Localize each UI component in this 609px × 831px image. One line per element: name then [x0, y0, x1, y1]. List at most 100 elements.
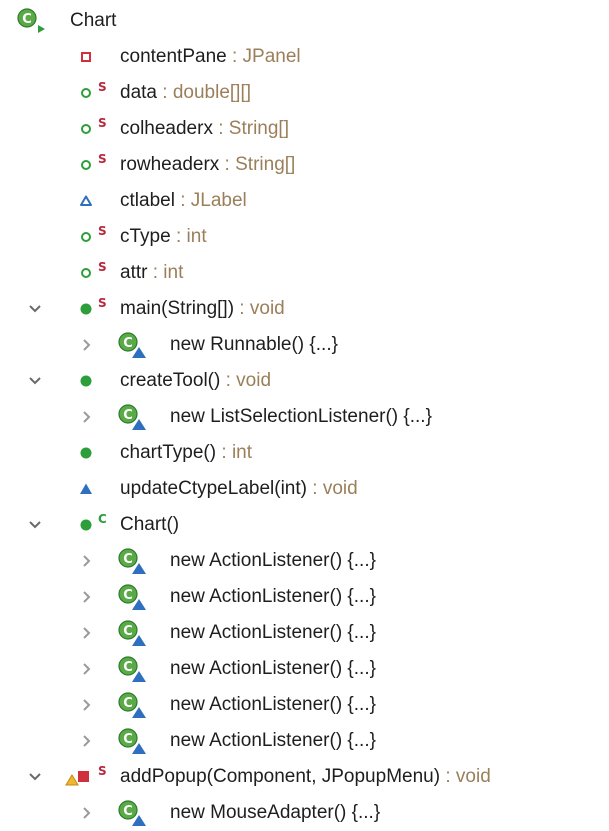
static-modifier-icon: S: [98, 296, 107, 310]
member-name: data: [120, 82, 157, 103]
anonymous-class-icon: C: [114, 579, 150, 615]
chevron-down-icon[interactable]: [28, 375, 42, 387]
member-name: attr: [120, 262, 148, 283]
member-name: rowheaderx: [120, 154, 220, 175]
tree-item-anonymous-class[interactable]: C new ActionListener() {...}: [0, 543, 609, 579]
svg-text:C: C: [22, 12, 32, 27]
member-separator: :: [174, 190, 191, 211]
chevron-down-icon[interactable]: [28, 771, 42, 783]
anonymous-class-icon: C: [114, 795, 150, 831]
tree-item-field[interactable]: ctlabel : JLabel: [0, 183, 609, 219]
static-modifier-icon: S: [98, 260, 107, 274]
member-type: void: [322, 478, 358, 499]
member-separator: :: [440, 766, 456, 787]
chevron-right-icon[interactable]: [80, 555, 94, 567]
chevron-right-icon[interactable]: [80, 735, 94, 747]
tree-item-anonymous-class[interactable]: C new ActionListener() {...}: [0, 579, 609, 615]
member-separator: :: [219, 154, 236, 175]
svg-text:C: C: [123, 804, 133, 819]
svg-text:C: C: [123, 588, 133, 603]
member-type: int: [231, 442, 253, 463]
member-type: String[]: [235, 154, 296, 175]
tree-item-anonymous-class[interactable]: C new ActionListener() {...}: [0, 687, 609, 723]
member-type: int: [163, 262, 184, 283]
member-type: void: [455, 766, 491, 787]
tree-item-class-chart[interactable]: C Chart: [0, 3, 609, 39]
member-name: contentPane: [120, 46, 227, 67]
anonymous-class-icon: C: [114, 615, 150, 651]
member-name: new ActionListener() {...}: [170, 730, 376, 751]
static-modifier-icon: S: [98, 116, 107, 130]
member-name: createTool(): [120, 370, 221, 391]
tree-item-field[interactable]: S colheaderx : String[]: [0, 111, 609, 147]
member-name: ctlabel: [120, 190, 175, 211]
public-method-icon: [72, 363, 108, 399]
member-separator: :: [226, 46, 243, 67]
tree-item-constructor[interactable]: C Chart(): [0, 507, 609, 543]
tree-item-field[interactable]: S data : double[][]: [0, 75, 609, 111]
member-separator: :: [170, 226, 187, 247]
chevron-right-icon[interactable]: [80, 591, 94, 603]
member-type: double[][]: [172, 82, 251, 103]
member-name: Chart(): [120, 514, 180, 535]
public-method-icon: [72, 435, 108, 471]
chevron-right-icon[interactable]: [80, 627, 94, 639]
member-separator: :: [147, 262, 164, 283]
class-runnable-icon: C: [14, 3, 50, 39]
member-name: new ActionListener() {...}: [170, 550, 376, 571]
member-separator: :: [212, 118, 229, 139]
tree-item-field[interactable]: S rowheaderx : String[]: [0, 147, 609, 183]
member-type: JLabel: [190, 190, 247, 211]
member-name: updateCtypeLabel(int): [120, 478, 307, 499]
tree-item-field[interactable]: S cType : int: [0, 219, 609, 255]
chevron-right-icon[interactable]: [80, 339, 94, 351]
svg-text:C: C: [123, 408, 133, 423]
member-name: new ActionListener() {...}: [170, 622, 376, 643]
static-modifier-icon: S: [98, 224, 107, 238]
tree-item-method[interactable]: updateCtypeLabel(int) : void: [0, 471, 609, 507]
tree-item-method[interactable]: chartType() : int: [0, 435, 609, 471]
member-separator: :: [306, 478, 323, 499]
member-type: void: [249, 298, 285, 319]
chevron-right-icon[interactable]: [80, 807, 94, 819]
tree-item-anonymous-class[interactable]: C new ListSelectionListener() {...}: [0, 399, 609, 435]
tree-item-method[interactable]: S main(String[]) : void: [0, 291, 609, 327]
static-modifier-icon: S: [98, 764, 107, 778]
anonymous-class-icon: C: [114, 723, 150, 759]
svg-text:C: C: [123, 336, 133, 351]
member-name: new Runnable() {...}: [170, 334, 338, 355]
tree-item-anonymous-class[interactable]: C new ActionListener() {...}: [0, 651, 609, 687]
member-type: String[]: [228, 118, 289, 139]
default-field-icon: [72, 183, 108, 219]
anonymous-class-icon: C: [114, 651, 150, 687]
tree-item-method[interactable]: S addPopup(Component, JPopupMenu) : void: [0, 759, 609, 795]
member-separator: :: [156, 82, 173, 103]
svg-text:C: C: [123, 660, 133, 675]
tree-item-anonymous-class[interactable]: C new ActionListener() {...}: [0, 723, 609, 759]
static-modifier-icon: S: [98, 152, 107, 166]
member-name: colheaderx: [120, 118, 213, 139]
chevron-right-icon[interactable]: [80, 411, 94, 423]
chevron-right-icon[interactable]: [80, 699, 94, 711]
tree-item-anonymous-class[interactable]: C new ActionListener() {...}: [0, 615, 609, 651]
tree-item-method[interactable]: createTool() : void: [0, 363, 609, 399]
anonymous-class-icon: C: [114, 327, 150, 363]
class-name: Chart: [70, 10, 117, 31]
member-name: new MouseAdapter() {...}: [170, 802, 381, 823]
static-modifier-icon: S: [98, 80, 107, 94]
svg-text:C: C: [123, 624, 133, 639]
member-name: main(String[]): [120, 298, 235, 319]
outline-tree: C Chart contentPane : JPanel S data : do…: [0, 3, 609, 831]
chevron-down-icon[interactable]: [28, 303, 42, 315]
anonymous-class-icon: C: [114, 399, 150, 435]
tree-item-anonymous-class[interactable]: C new Runnable() {...}: [0, 327, 609, 363]
chevron-down-icon[interactable]: [28, 519, 42, 531]
member-name: chartType(): [120, 442, 217, 463]
tree-item-anonymous-class[interactable]: C new MouseAdapter() {...}: [0, 795, 609, 831]
tree-item-field[interactable]: contentPane : JPanel: [0, 39, 609, 75]
constructor-modifier-icon: C: [98, 512, 107, 526]
member-separator: :: [234, 298, 250, 319]
chevron-right-icon[interactable]: [80, 663, 94, 675]
tree-item-field[interactable]: S attr : int: [0, 255, 609, 291]
member-name: new ListSelectionListener() {...}: [170, 406, 432, 427]
